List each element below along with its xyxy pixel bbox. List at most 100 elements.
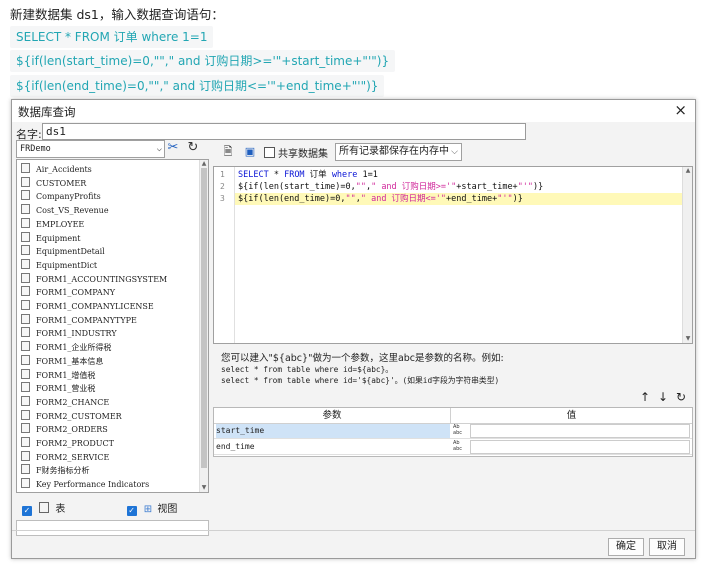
table-icon <box>21 245 30 256</box>
list-item[interactable]: FORM2_CHANCE <box>21 395 109 409</box>
table-name: FORM1_COMPANYLICENSE <box>36 302 154 311</box>
sql-edit-icon[interactable]: ▣ <box>241 143 259 161</box>
code-line-2: ${if(len(start_time)=0,""," and 订购日期>='"… <box>10 50 396 72</box>
list-item[interactable]: FORM1_营业税 <box>21 382 95 395</box>
scroll-down-icon[interactable]: ▼ <box>684 335 692 343</box>
move-down-icon[interactable]: ↓ <box>658 390 668 404</box>
list-item[interactable]: FORM2_PRODUCT <box>21 437 114 450</box>
table-icon <box>21 231 30 242</box>
param-value-input[interactable] <box>470 424 690 438</box>
type-icon[interactable]: Ab abc <box>453 424 462 436</box>
list-item[interactable]: FORM1_INDUSTRY <box>21 327 117 340</box>
view-check-label: 视图 <box>157 504 178 515</box>
refresh-icon[interactable]: ↻ <box>185 140 201 156</box>
view-checkbox[interactable]: ✓ <box>126 506 137 516</box>
ok-button[interactable]: 确定 <box>608 538 644 556</box>
code-line-1: SELECT * FROM 订单 where 1=1 <box>10 26 214 48</box>
footer-divider <box>12 530 695 531</box>
table-name: FORM2_PRODUCT <box>36 439 114 448</box>
table-search-input[interactable] <box>16 520 209 536</box>
list-item[interactable]: FORM1_COMPANY <box>21 286 115 299</box>
memory-mode-select[interactable]: 所有记录都保存在内存中 ⌵ <box>335 143 462 161</box>
table-icon <box>21 217 30 228</box>
dataset-name-input[interactable]: ds1 <box>42 123 526 140</box>
list-item[interactable]: FORM1_基本信息 <box>21 354 103 368</box>
close-icon[interactable]: × <box>674 101 687 119</box>
table-icon <box>21 163 30 173</box>
scroll-thumb[interactable] <box>201 168 207 468</box>
view-icon: ⊞ <box>143 504 153 515</box>
table-browser-panel: FRDemo ⌵ ✂ ↻ ▲ ▼ Air_Accidents CUSTOMER Co… <box>16 140 210 552</box>
table-name: EquipmentDict <box>36 260 98 270</box>
table-list-scrollbar[interactable]: ▲ ▼ <box>199 160 208 492</box>
table-name: CompanyProfits <box>36 192 101 202</box>
table-list[interactable]: ▲ ▼ Air_Accidents CUSTOMER CompanyProfits C… <box>16 159 209 493</box>
list-item[interactable]: F财务指标分析 <box>21 464 90 477</box>
table-icon <box>21 437 30 447</box>
sql-line-2: ${if(len(start_time)=0,""," and 订购日期>='"… <box>238 182 544 192</box>
list-item[interactable]: Air_Accidents <box>21 163 92 176</box>
list-item[interactable]: FORM1_企业所得税 <box>21 341 111 354</box>
hint-example-1: select * from table where id=${abc}。 <box>221 365 394 374</box>
list-item[interactable]: FORM2_ORDERS <box>21 423 108 436</box>
editor-scrollbar[interactable]: ▲ ▼ <box>682 167 692 343</box>
share-dataset-toggle[interactable]: 共享数据集 <box>264 145 328 160</box>
refresh-params-icon[interactable]: ↻ <box>676 390 686 404</box>
table-icon <box>21 190 30 201</box>
list-item[interactable]: FORM2_SERVICE <box>21 450 110 464</box>
cancel-button[interactable]: 取消 <box>649 538 685 556</box>
table-icon <box>21 395 30 406</box>
table-icon <box>21 382 30 393</box>
list-item[interactable]: FORM1_增值税 <box>21 368 95 382</box>
list-item[interactable]: EMPLOYEE <box>21 217 84 231</box>
list-item[interactable]: FORM1_COMPANYTYPE <box>21 313 137 327</box>
code-line-3: ${if(len(end_time)=0,""," and 订购日期<='"+e… <box>10 75 385 97</box>
table-name: F财务指标分析 <box>36 466 90 476</box>
param-name: start_time <box>216 424 450 438</box>
list-item[interactable]: Key Performance Indicators <box>21 478 149 491</box>
preview-icon[interactable]: 🗎 <box>219 143 237 161</box>
table-row[interactable]: end_time Ab abc <box>214 440 692 455</box>
list-item[interactable]: EquipmentDetail <box>21 245 105 258</box>
move-up-icon[interactable]: ↑ <box>640 390 650 404</box>
param-value-input[interactable] <box>470 440 690 454</box>
dialog-title: 数据库查询 <box>18 105 76 119</box>
list-item[interactable]: CUSTOMER <box>21 176 86 190</box>
list-item[interactable]: FORM1_ACCOUNTINGSYSTEM <box>21 272 168 286</box>
list-item[interactable]: Equipment <box>21 231 81 245</box>
intro-text: 新建数据集 ds1，输入数据查询语句： <box>10 7 224 22</box>
database-select[interactable]: FRDemo ⌵ <box>16 140 165 158</box>
table-icon <box>21 300 30 310</box>
chevron-down-icon: ⌵ <box>156 144 162 154</box>
table-name: FORM1_COMPANYTYPE <box>36 315 137 325</box>
table-name: FORM1_COMPANY <box>36 288 115 298</box>
list-item[interactable]: EquipmentDict <box>21 258 98 272</box>
table-name: FORM2_CUSTOMER <box>36 411 122 421</box>
sql-line-1: SELECT * FROM 订单 where 1=1 <box>238 170 378 180</box>
table-row[interactable]: start_time Ab abc <box>214 424 692 439</box>
line-number-gutter: 1 2 3 <box>214 167 235 343</box>
table-icon <box>21 464 30 475</box>
table-name: FORM1_营业税 <box>36 384 96 394</box>
scroll-up-icon[interactable]: ▲ <box>200 160 208 168</box>
table-icon <box>21 313 30 324</box>
table-name: Equipment <box>36 233 81 243</box>
scroll-down-icon[interactable]: ▼ <box>200 484 208 492</box>
scroll-up-icon[interactable]: ▲ <box>684 167 692 175</box>
connection-settings-icon[interactable]: ✂ <box>165 140 181 156</box>
sql-editor[interactable]: 1 2 3 SELECT * FROM 订单 where 1=1 ${if(le… <box>213 166 693 344</box>
table-name: FORM1_ACCOUNTINGSYSTEM <box>36 274 168 284</box>
table-icon <box>21 272 30 283</box>
table-check-label: 表 <box>55 504 66 515</box>
list-item[interactable]: CompanyProfits <box>21 190 101 203</box>
type-icon[interactable]: Ab abc <box>453 440 462 452</box>
table-name: FORM2_SERVICE <box>36 452 110 462</box>
table-checkbox[interactable]: ✓ <box>22 506 32 516</box>
list-item[interactable]: FORM2_CUSTOMER <box>21 409 122 423</box>
share-label: 共享数据集 <box>278 149 328 160</box>
table-icon <box>21 327 30 338</box>
list-item[interactable]: FORM1_COMPANYLICENSE <box>21 300 154 313</box>
table-icon <box>21 286 30 297</box>
share-checkbox[interactable] <box>264 147 275 158</box>
list-item[interactable]: Cost_VS_Revenue <box>21 204 109 217</box>
